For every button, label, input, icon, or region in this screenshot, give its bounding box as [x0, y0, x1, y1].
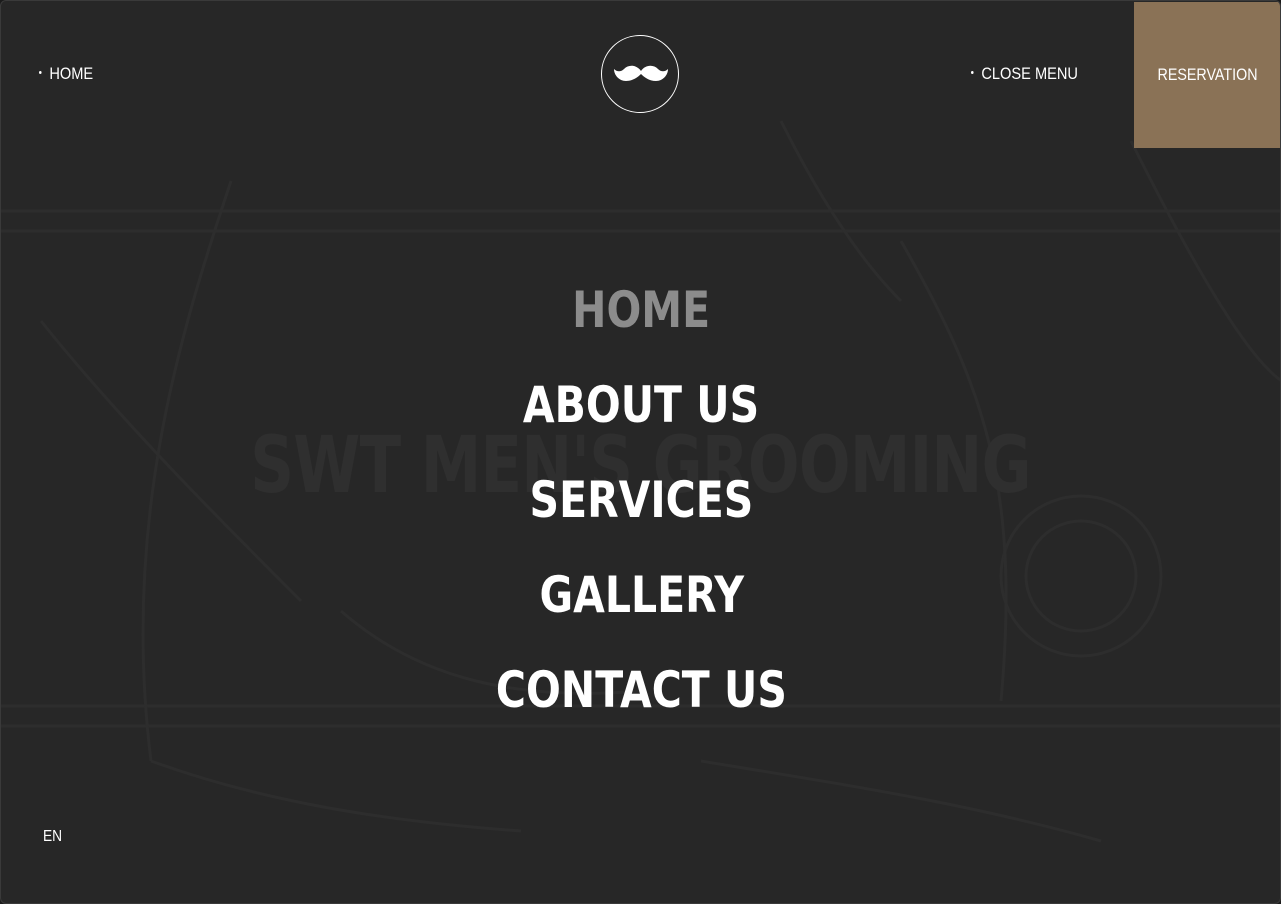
menu-item-about-us[interactable]: ABOUT US: [1, 358, 1280, 453]
mustache-icon: [614, 65, 668, 81]
logo[interactable]: [601, 35, 679, 113]
bullet-dot-icon: [971, 71, 974, 75]
close-menu-button[interactable]: CLOSE MENU: [971, 64, 1078, 84]
bullet-dot-icon: [39, 71, 42, 75]
close-menu-label: CLOSE MENU: [981, 64, 1079, 83]
reservation-label: RESERVATION: [1157, 65, 1258, 84]
menu-item-gallery[interactable]: GALLERY: [1, 548, 1280, 643]
main-menu: HOME ABOUT US SERVICES GALLERY CONTACT U…: [1, 263, 1280, 738]
menu-item-services[interactable]: SERVICES: [1, 453, 1280, 548]
language-switcher[interactable]: EN: [43, 828, 62, 846]
home-link-label: HOME: [49, 64, 94, 83]
reservation-button[interactable]: RESERVATION: [1134, 2, 1280, 148]
menu-overlay: SWT MEN'S GROOMING HOME CLOSE MENU RESER…: [0, 0, 1281, 904]
menu-item-home[interactable]: HOME: [1, 263, 1280, 358]
home-link[interactable]: HOME: [39, 64, 93, 84]
menu-item-contact-us[interactable]: CONTACT US: [1, 643, 1280, 738]
